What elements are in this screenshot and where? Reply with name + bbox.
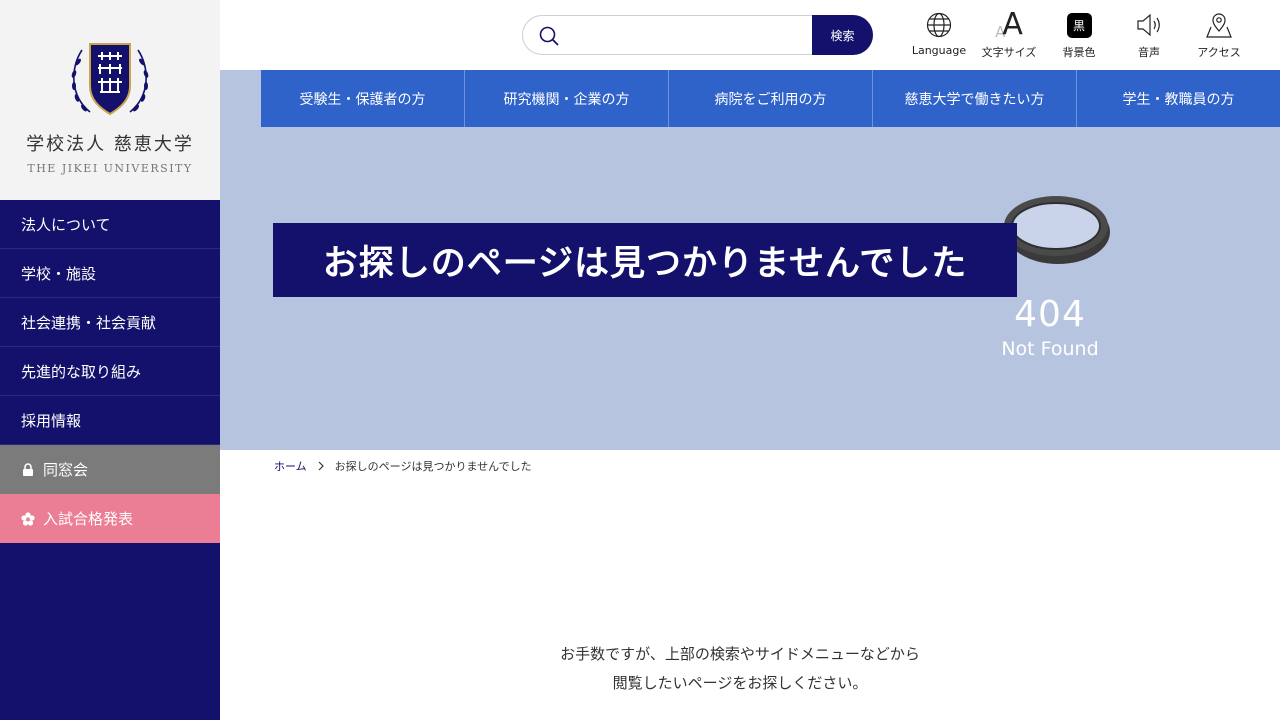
sidebar-item-recruit[interactable]: 採用情報 — [0, 396, 220, 445]
lock-icon — [21, 463, 35, 477]
font-size-button[interactable]: A A 文字サイズ — [974, 10, 1044, 60]
search-form: 検索 — [522, 15, 873, 55]
sidebar-item-initiatives[interactable]: 先進的な取り組み — [0, 347, 220, 396]
chevron-right-icon — [318, 461, 324, 471]
message-line-2: 閲覧したいページをお探しください。 — [612, 674, 868, 692]
language-button[interactable]: Language — [904, 10, 974, 60]
site-logo[interactable]: 学校法人 慈恵大学 THE JIKEI UNIVERSITY — [0, 0, 220, 200]
sidebar: 学校法人 慈恵大学 THE JIKEI UNIVERSITY 法人について 学校… — [0, 0, 220, 720]
speaker-icon — [1134, 10, 1164, 40]
access-label: アクセス — [1197, 46, 1241, 59]
flower-icon — [21, 511, 35, 526]
sidebar-item-label: 先進的な取り組み — [21, 362, 142, 381]
speech-button[interactable]: 音声 — [1114, 10, 1184, 60]
audience-nav: 受験生・保護者の方 研究機関・企業の方 病院をご利用の方 慈恵大学で働きたい方 … — [261, 70, 1280, 127]
sidebar-item-about[interactable]: 法人について — [0, 200, 220, 249]
sidebar-item-label: 採用情報 — [21, 411, 82, 430]
background-color-icon: 黒 — [1064, 10, 1094, 40]
audience-item-students-staff[interactable]: 学生・教職員の方 — [1077, 70, 1280, 127]
logo-name-en: THE JIKEI UNIVERSITY — [27, 162, 193, 175]
speech-label: 音声 — [1138, 46, 1160, 59]
sidebar-nav: 法人について 学校・施設 社会連携・社会貢献 先進的な取り組み 採用情報 同窓会… — [0, 200, 220, 543]
audience-item-applicants[interactable]: 受験生・保護者の方 — [261, 70, 465, 127]
sidebar-item-label: 学校・施設 — [21, 264, 97, 283]
sidebar-item-label: 同窓会 — [43, 461, 89, 479]
breadcrumb: ホーム お探しのページは見つかりませんでした — [274, 458, 532, 474]
error-text: Not Found — [1001, 338, 1099, 360]
university-crest-icon — [71, 43, 149, 116]
page-title: お探しのページは見つかりませんでした — [273, 223, 1017, 297]
logo-name-jp: 学校法人 慈恵大学 — [26, 134, 194, 155]
map-pin-icon — [1204, 10, 1234, 40]
sidebar-item-social[interactable]: 社会連携・社会貢献 — [0, 298, 220, 347]
sidebar-item-admission-results[interactable]: 入試合格発表 — [0, 494, 220, 543]
page: 学校法人 慈恵大学 THE JIKEI UNIVERSITY 法人について 学校… — [0, 0, 1280, 720]
background-color-label: 背景色 — [1062, 46, 1096, 59]
sidebar-item-schools[interactable]: 学校・施設 — [0, 249, 220, 298]
not-found-message: お手数ですが、上部の検索やサイドメニューなどから 閲覧したいページをお探しくださ… — [440, 640, 1040, 698]
error-code: 404 — [1014, 294, 1086, 335]
sidebar-item-alumni[interactable]: 同窓会 — [0, 445, 220, 494]
sidebar-item-label: 社会連携・社会貢献 — [21, 313, 157, 332]
search-icon — [539, 26, 559, 46]
globe-icon — [924, 10, 954, 40]
access-button[interactable]: アクセス — [1184, 10, 1254, 60]
font-size-icon: A A — [994, 10, 1024, 40]
search-button[interactable]: 検索 — [812, 15, 873, 55]
language-label: Language — [911, 44, 967, 57]
breadcrumb-home-link[interactable]: ホーム — [274, 458, 307, 474]
search-input[interactable] — [569, 20, 809, 50]
font-size-label: 文字サイズ — [981, 46, 1037, 59]
background-color-button[interactable]: 黒 背景色 — [1044, 10, 1114, 60]
sidebar-item-label: 入試合格発表 — [43, 510, 134, 528]
font-size-large-glyph: A — [1002, 7, 1023, 42]
audience-item-careers[interactable]: 慈恵大学で働きたい方 — [873, 70, 1077, 127]
audience-item-hospital[interactable]: 病院をご利用の方 — [669, 70, 873, 127]
sidebar-item-label: 法人について — [21, 215, 111, 234]
breadcrumb-current: お探しのページは見つかりませんでした — [334, 460, 532, 473]
background-color-glyph: 黒 — [1066, 12, 1092, 38]
message-line-1: お手数ですが、上部の検索やサイドメニューなどから — [560, 645, 920, 663]
audience-item-research[interactable]: 研究機関・企業の方 — [465, 70, 669, 127]
